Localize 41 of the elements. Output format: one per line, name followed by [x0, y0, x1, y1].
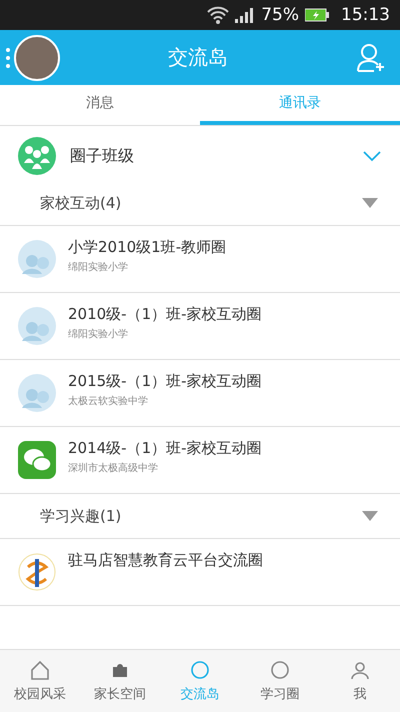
chevron-icon[interactable] — [362, 150, 382, 162]
circle-list-item[interactable]: 小学2010级1班-教师圈 绵阳实验小学 — [0, 226, 400, 293]
circle-name: 2015级-（1）班-家校互动圈 — [68, 372, 262, 391]
group-title: 学习兴趣(1) — [40, 506, 122, 526]
clock: 15:13 — [341, 5, 390, 25]
chat-icon — [18, 441, 56, 479]
school-name: 深圳市太极高级中学 — [68, 462, 159, 475]
emblem-icon — [18, 553, 56, 591]
signal-icon — [235, 7, 256, 23]
group-icon — [18, 374, 56, 412]
circle-list-item[interactable]: 2010级-（1）班-家校互动圈 绵阳实验小学 — [0, 293, 400, 360]
circle-list-item[interactable]: 驻马店智慧教育云平台交流圈 — [0, 539, 400, 606]
circle-name: 2014级-（1）班-家校互动圈 — [68, 439, 262, 458]
circle-name: 小学2010级1班-教师圈 — [68, 238, 226, 257]
home-icon — [29, 659, 51, 681]
nav-tab[interactable]: 我 — [320, 650, 400, 712]
battery-icon — [305, 8, 329, 22]
nav-tab[interactable]: 家长空间 — [80, 650, 160, 712]
circle-name: 驻马店智慧教育云平台交流圈 — [68, 551, 263, 570]
circle-list-item[interactable]: 2014级-（1）班-家校互动圈 深圳市太极高级中学 — [0, 427, 400, 494]
people-icon — [18, 137, 56, 175]
group-header[interactable]: 学习兴趣(1) — [0, 494, 400, 539]
group-icon — [18, 307, 56, 345]
battery-level: 75% — [261, 5, 299, 25]
circle-icon — [269, 659, 291, 681]
school-name: 绵阳实验小学 — [68, 328, 129, 341]
school-name: 绵阳实验小学 — [68, 260, 129, 274]
menu-icon[interactable] — [6, 46, 10, 68]
group-icon — [18, 240, 56, 278]
school-name: 太极云软实验中学 — [68, 394, 149, 408]
nav-tab[interactable]: 校园风采 — [0, 650, 80, 712]
header-title: 交流岛 — [167, 44, 229, 71]
category-title: 圈子班级 — [70, 146, 135, 166]
wifi-icon — [207, 6, 230, 24]
nav-tab[interactable]: 学习圈 — [240, 650, 320, 712]
group-header[interactable]: 家校互动(4) — [0, 181, 400, 226]
circle-list-item[interactable]: 2015级-（1）班-家校互动圈 太极云软实验中学 — [0, 360, 400, 427]
avatar[interactable] — [14, 34, 60, 80]
group-title: 家校互动(4) — [40, 194, 122, 212]
me-icon — [349, 659, 371, 681]
circle-name: 2010级-（1）班-家校互动圈 — [68, 305, 262, 324]
